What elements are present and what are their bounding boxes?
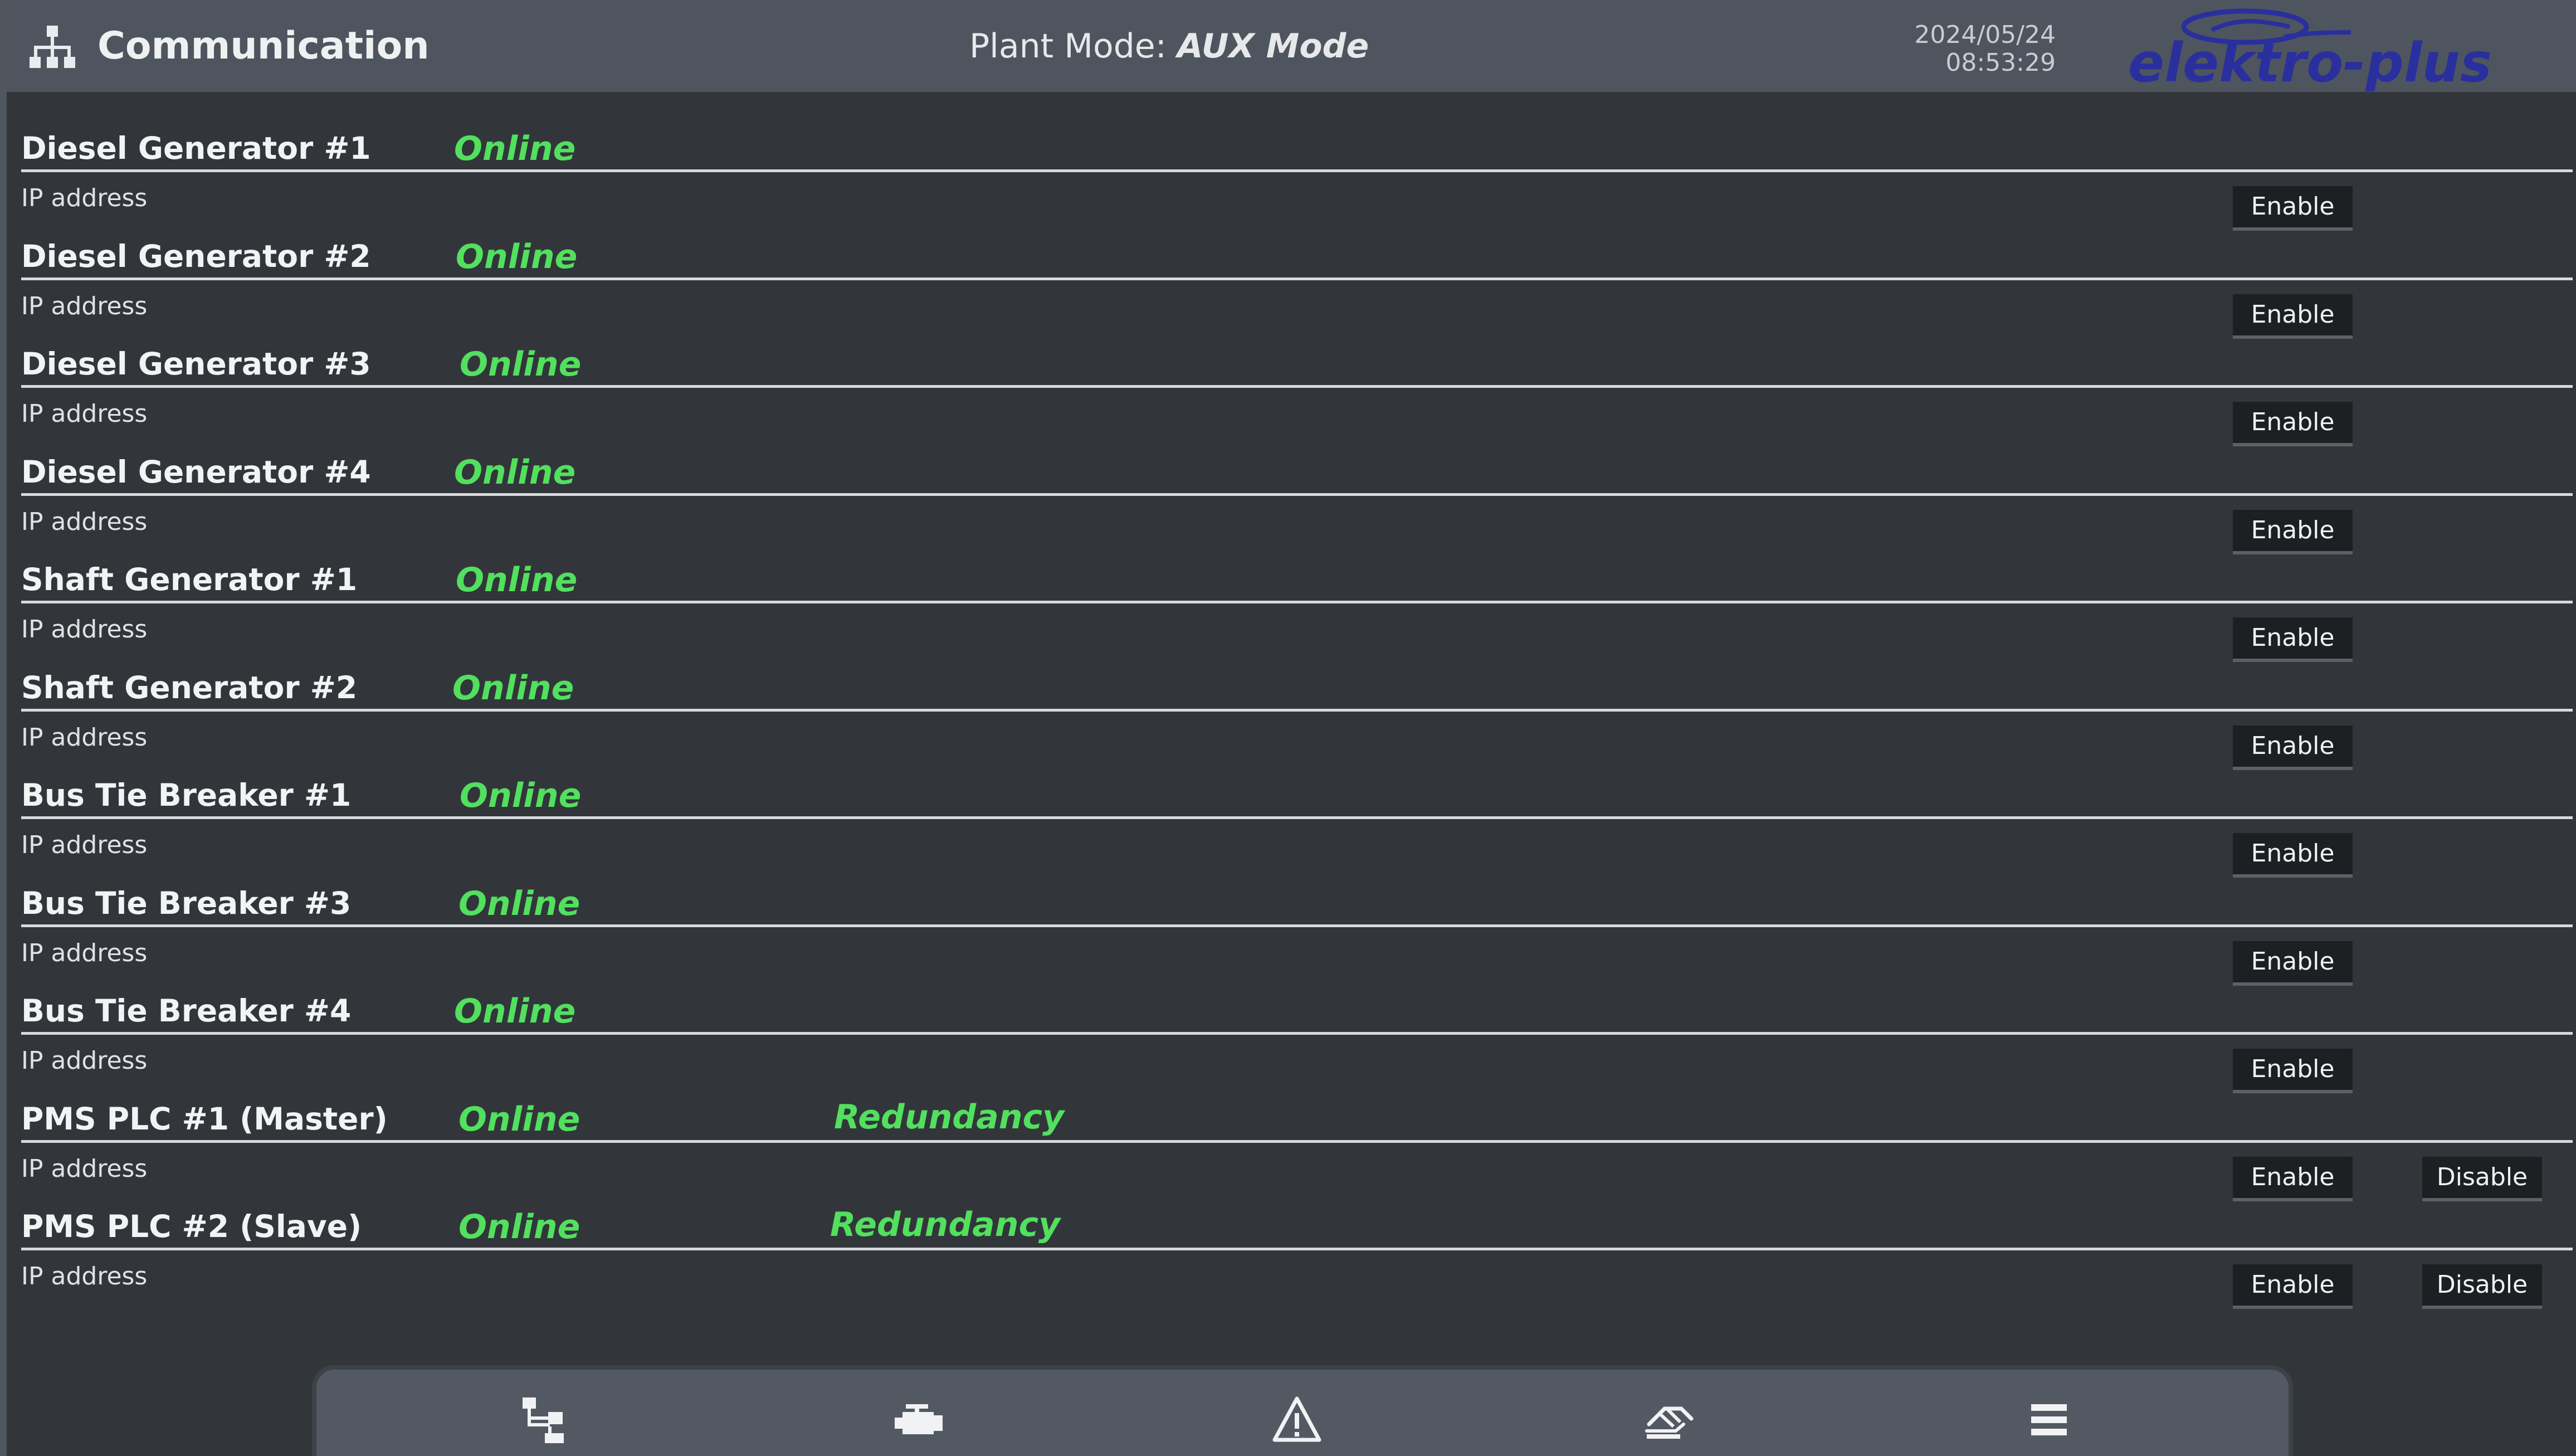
menu-icon [2031, 1404, 2067, 1435]
row-divider [21, 493, 2573, 496]
device-list: Diesel Generator #1 Online IP address Enabl… [0, 0, 2576, 1456]
ip-address-label: IP address [21, 1155, 148, 1183]
warning-icon [1272, 1396, 1321, 1442]
status-indicator: Online [458, 1207, 580, 1246]
ip-address-label: IP address [21, 831, 148, 859]
redundancy-indicator: Redundancy [834, 1098, 1065, 1137]
status-indicator: Online [454, 129, 576, 168]
device-name: Bus Tie Breaker #3 [21, 885, 352, 921]
status-indicator: Online [460, 345, 582, 384]
ip-address-label: IP address [21, 615, 148, 644]
enable-button[interactable]: Enable [2233, 1264, 2353, 1309]
status-indicator: Online [456, 561, 578, 600]
status-indicator: Online [460, 776, 582, 815]
row-divider [21, 1032, 2573, 1035]
nav-engine[interactable] [890, 1392, 946, 1448]
enable-button[interactable]: Enable [2233, 294, 2353, 339]
bottom-nav [312, 1365, 2293, 1456]
row-divider [21, 169, 2573, 172]
row-divider [21, 924, 2573, 927]
row-divider [21, 277, 2573, 280]
ip-address-label: IP address [21, 184, 148, 212]
enable-button[interactable]: Enable [2233, 1049, 2353, 1093]
device-name: Bus Tie Breaker #1 [21, 777, 352, 813]
enable-button[interactable]: Enable [2233, 725, 2353, 770]
ip-address-label: IP address [21, 939, 148, 967]
row-divider [21, 709, 2573, 712]
device-name: Shaft Generator #1 [21, 562, 358, 597]
ip-address-label: IP address [21, 508, 148, 536]
device-name: Shaft Generator #2 [21, 670, 358, 705]
disable-button[interactable]: Disable [2422, 1157, 2542, 1201]
status-indicator: Online [458, 1100, 580, 1139]
status-indicator: Online [456, 237, 578, 276]
enable-button[interactable]: Enable [2233, 941, 2353, 986]
engine-icon [895, 1404, 943, 1434]
status-indicator: Online [454, 992, 576, 1031]
enable-button[interactable]: Enable [2233, 186, 2353, 231]
enable-button[interactable]: Enable [2233, 833, 2353, 878]
enable-button[interactable]: Enable [2233, 510, 2353, 554]
device-name: PMS PLC #1 (Master) [21, 1101, 388, 1137]
row-divider [21, 816, 2573, 819]
device-name: Diesel Generator #2 [21, 238, 371, 274]
row-divider [21, 1248, 2573, 1250]
hand-control-icon [1645, 1406, 1694, 1439]
device-name: Diesel Generator #4 [21, 454, 371, 490]
network-icon [523, 1397, 564, 1443]
ip-address-label: IP address [21, 400, 148, 428]
nav-network[interactable] [517, 1392, 573, 1448]
status-indicator: Online [458, 884, 580, 923]
ip-address-label: IP address [21, 723, 148, 752]
disable-button[interactable]: Disable [2422, 1264, 2542, 1309]
enable-button[interactable]: Enable [2233, 1157, 2353, 1201]
row-divider [21, 385, 2573, 388]
device-name: Diesel Generator #3 [21, 346, 371, 382]
ip-address-label: IP address [21, 292, 148, 320]
nav-manual[interactable] [1642, 1392, 1698, 1448]
ip-address-label: IP address [21, 1046, 148, 1075]
device-name: Bus Tie Breaker #4 [21, 993, 352, 1029]
ip-address-label: IP address [21, 1262, 148, 1291]
communication-screen: Communication Plant Mode: AUX Mode 2024/… [0, 0, 2576, 1456]
nav-alarms[interactable] [1269, 1392, 1325, 1448]
enable-button[interactable]: Enable [2233, 402, 2353, 446]
status-indicator: Online [452, 669, 574, 708]
redundancy-indicator: Redundancy [830, 1205, 1061, 1244]
row-divider [21, 601, 2573, 603]
device-name: Diesel Generator #1 [21, 130, 371, 166]
enable-button[interactable]: Enable [2233, 617, 2353, 662]
row-divider [21, 1140, 2573, 1143]
device-name: PMS PLC #2 (Slave) [21, 1209, 362, 1244]
status-indicator: Online [454, 453, 576, 492]
nav-menu[interactable] [2021, 1392, 2077, 1448]
